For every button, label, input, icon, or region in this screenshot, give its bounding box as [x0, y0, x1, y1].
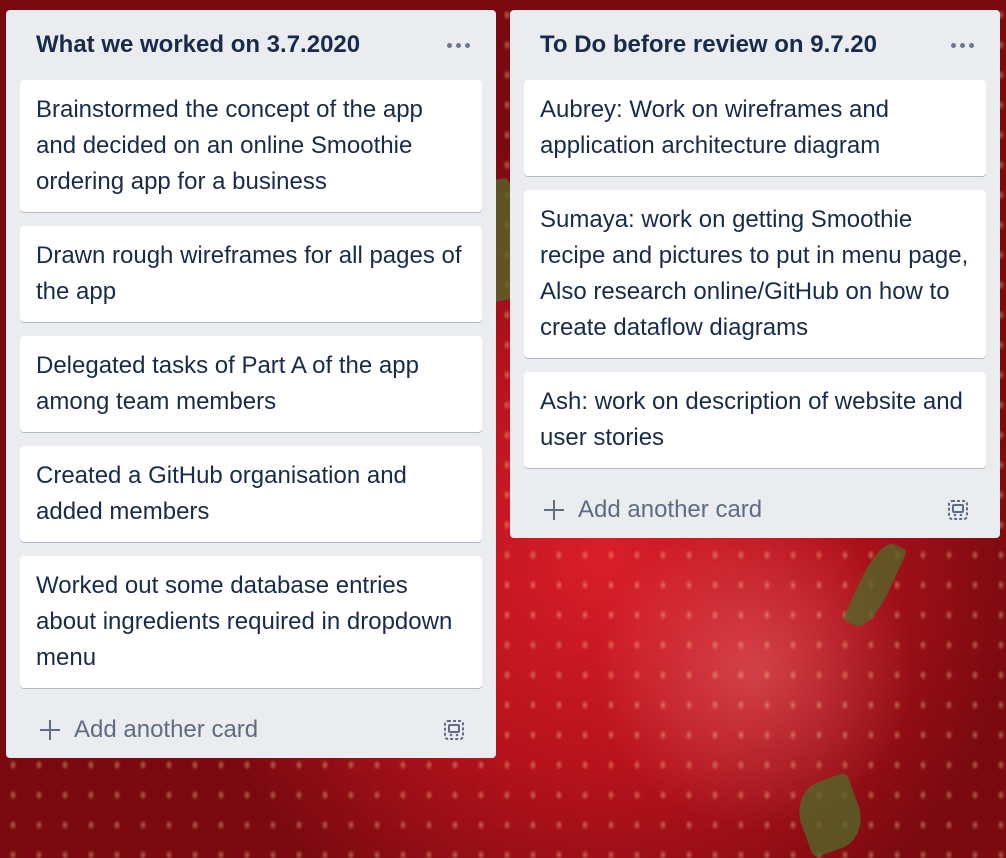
add-card-button[interactable]: Add another card: [40, 716, 258, 744]
card[interactable]: Delegated tasks of Part A of the app amo…: [20, 336, 482, 432]
list-footer: Add another card: [20, 702, 482, 758]
card[interactable]: Ash: work on description of website and …: [524, 372, 986, 468]
card[interactable]: Aubrey: Work on wireframes and applicati…: [524, 80, 986, 176]
list-title[interactable]: What we worked on 3.7.2020: [36, 31, 360, 59]
list-header: What we worked on 3.7.2020: [20, 10, 482, 80]
list-title[interactable]: To Do before review on 9.7.20: [540, 31, 877, 59]
card[interactable]: Brainstormed the concept of the app and …: [20, 80, 482, 212]
plus-icon: [40, 720, 60, 740]
list-to-do-before-review: To Do before review on 9.7.20 Aubrey: Wo…: [510, 10, 1000, 538]
card[interactable]: Drawn rough wireframes for all pages of …: [20, 226, 482, 322]
add-card-label: Add another card: [578, 496, 763, 523]
ellipsis-icon[interactable]: [438, 29, 478, 61]
add-card-button[interactable]: Add another card: [544, 496, 762, 524]
card[interactable]: Worked out some database entries about i…: [20, 556, 482, 688]
card-template-icon[interactable]: [940, 492, 976, 528]
ellipsis-icon[interactable]: [942, 29, 982, 61]
plus-icon: [544, 500, 564, 520]
card[interactable]: Created a GitHub organisation and added …: [20, 446, 482, 542]
card[interactable]: Sumaya: work on getting Smoothie recipe …: [524, 190, 986, 358]
list-footer: Add another card: [524, 482, 986, 538]
card-template-icon[interactable]: [436, 712, 472, 748]
list-header: To Do before review on 9.7.20: [524, 10, 986, 80]
list-what-we-worked-on: What we worked on 3.7.2020 Brainstormed …: [6, 10, 496, 758]
add-card-label: Add another card: [74, 716, 259, 743]
